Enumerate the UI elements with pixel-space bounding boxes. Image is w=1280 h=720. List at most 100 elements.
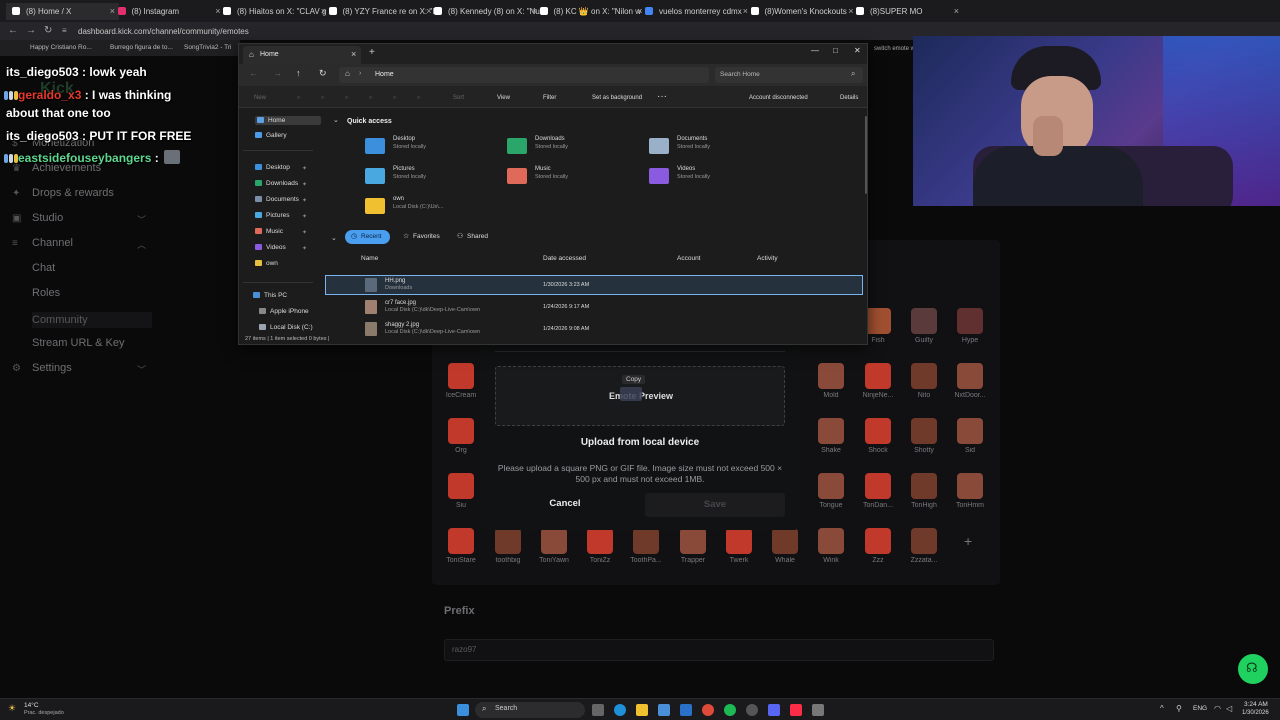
quick-access-name[interactable]: Music <box>535 166 551 172</box>
emote-preview-dropzone[interactable]: Emote Preview Copy <box>495 366 785 426</box>
add-emote-button[interactable]: + <box>964 533 972 549</box>
sidebar-item[interactable]: Community <box>32 312 152 328</box>
column-header[interactable]: Account <box>677 255 701 262</box>
emote-tile[interactable]: TonHigh <box>906 473 942 509</box>
emote-tile[interactable]: toothbig <box>490 528 526 564</box>
wifi-icon[interactable]: ◠ <box>1214 704 1221 713</box>
nav-pane-item[interactable]: This PC <box>253 292 287 299</box>
nav-pane-item[interactable]: Home <box>255 116 321 125</box>
forward-icon[interactable]: → <box>273 68 282 78</box>
store-icon[interactable] <box>658 704 670 716</box>
nav-pane-item[interactable]: Music <box>255 228 283 235</box>
chat-username[interactable]: its_diego503 <box>6 65 79 79</box>
scrollbar[interactable] <box>865 116 867 194</box>
location-icon[interactable]: ⚲ <box>1176 704 1182 713</box>
task-view-icon[interactable] <box>592 704 604 716</box>
sidebar-item[interactable]: ✦ Drops & rewards <box>12 187 114 199</box>
emote-tile[interactable]: Sid <box>952 418 988 454</box>
emote-tile[interactable]: Siu <box>443 473 479 509</box>
spotify-icon[interactable] <box>724 704 736 716</box>
emote-tile[interactable]: Org <box>443 418 479 454</box>
emote-tile[interactable]: ToniZz <box>582 528 618 564</box>
emote-tile[interactable]: TonHmm <box>952 473 988 509</box>
emote-tile[interactable]: Shock <box>860 418 896 454</box>
edge-icon[interactable] <box>614 704 626 716</box>
filter-tab-recent[interactable]: ◷ Recent <box>345 230 390 244</box>
browser-tab[interactable]: (8) Kennedy (8) on X: "Num × <box>428 3 541 20</box>
emote-tile[interactable]: ToniYawn <box>536 528 572 564</box>
browser-tab[interactable]: (8) Instagram × <box>112 3 225 20</box>
close-tab-icon[interactable]: × <box>351 49 356 59</box>
file-explorer-icon[interactable] <box>636 704 648 716</box>
url-field[interactable]: dashboard.kick.com/channel/community/emo… <box>78 27 249 36</box>
share-icon[interactable]: ▫ <box>393 93 396 102</box>
weather-desc[interactable]: Prac. despejado <box>24 710 64 716</box>
clock-time[interactable]: 3:24 AM <box>1244 701 1268 708</box>
copy-icon[interactable]: ▫ <box>321 93 324 102</box>
clock-date[interactable]: 1/30/2026 <box>1242 710 1269 716</box>
nav-pane-item[interactable]: Local Disk (C:) <box>259 324 313 331</box>
quick-access-folder-icon[interactable] <box>649 138 669 154</box>
emote-tile[interactable]: Shotty <box>906 418 942 454</box>
emote-tile[interactable]: Shake <box>813 418 849 454</box>
language-indicator[interactable]: ENG <box>1193 705 1207 712</box>
collapse-chevron-icon[interactable]: ⌄ <box>331 234 337 242</box>
file-name[interactable]: shaggy 2.jpg <box>385 322 419 328</box>
sidebar-item[interactable]: Roles <box>32 287 60 299</box>
browser-tab[interactable]: vuelos monterrey cdmx × <box>639 3 752 20</box>
cancel-button[interactable]: Cancel <box>530 498 600 509</box>
nav-pane-item[interactable]: Desktop <box>255 164 290 171</box>
quick-access-name[interactable]: Documents <box>677 136 707 142</box>
taskbar-search[interactable]: ⌕ Search <box>475 702 585 718</box>
emote-tile[interactable]: Trapper <box>675 528 711 564</box>
nav-pane-item[interactable]: Apple iPhone <box>259 308 309 315</box>
new-tab-icon[interactable]: + <box>369 47 375 58</box>
account-status-button[interactable]: Account disconnected <box>749 95 808 101</box>
browser-tab[interactable]: (8)Women's Knockouts × <box>745 3 858 20</box>
refresh-icon[interactable]: ↻ <box>319 68 327 79</box>
sidebar-item[interactable]: ≡ Channel <box>12 237 73 249</box>
sidebar-item[interactable]: ⚙ Settings <box>12 362 72 374</box>
nav-pane-item[interactable]: Documents <box>255 196 299 203</box>
explorer-address-bar[interactable]: ⌂ › Home <box>339 67 709 83</box>
nav-pane-item[interactable]: Pictures <box>255 212 289 219</box>
back-icon[interactable]: ← <box>8 25 18 36</box>
emote-tile[interactable]: Tongue <box>813 473 849 509</box>
quick-access-folder-icon[interactable] <box>365 168 385 184</box>
calculator-icon[interactable] <box>812 704 824 716</box>
emote-tile[interactable]: Mold <box>813 363 849 399</box>
sidebar-item[interactable]: Chat <box>32 262 55 274</box>
back-icon[interactable]: ← <box>249 68 258 78</box>
volume-icon[interactable]: ◁ <box>1226 704 1232 713</box>
quick-access-name[interactable]: Desktop <box>393 136 415 142</box>
emote-tile[interactable]: Wink <box>813 528 849 564</box>
close-tab-icon[interactable]: × <box>954 6 959 16</box>
nav-pane-item[interactable]: Videos <box>255 244 286 251</box>
save-button[interactable]: Save <box>645 493 785 517</box>
emote-tile[interactable]: Zzzata... <box>906 528 942 564</box>
sidebar-item[interactable]: ▣ Studio <box>12 212 63 224</box>
quick-access-folder-icon[interactable] <box>507 168 527 184</box>
column-header[interactable]: Date accessed <box>543 255 586 262</box>
quick-access-folder-icon[interactable] <box>365 138 385 154</box>
cut-icon[interactable]: ▫ <box>297 93 300 102</box>
emote-tile[interactable]: Twerk <box>721 528 757 564</box>
chat-username[interactable]: geraldo_x3 <box>18 88 81 102</box>
up-icon[interactable]: ↑ <box>296 68 301 78</box>
nav-pane-item[interactable]: own <box>255 260 278 267</box>
filter-tab-favorites[interactable]: ☆ Favorites <box>397 230 448 244</box>
rename-icon[interactable]: ▫ <box>369 93 372 102</box>
minimize-icon[interactable]: — <box>811 46 819 55</box>
emote-tile[interactable]: ToniStare <box>443 528 479 564</box>
emote-tile[interactable]: Zzz <box>860 528 896 564</box>
weather-temp[interactable]: 14°C <box>24 702 39 709</box>
music-app-icon[interactable] <box>790 704 802 716</box>
nav-pane-item[interactable]: Gallery <box>255 132 287 139</box>
emote-tile[interactable]: NinjeNe... <box>860 363 896 399</box>
tray-arrow-icon[interactable]: ^ <box>1160 704 1164 713</box>
chevron-down-icon[interactable]: ﹀ <box>137 213 146 226</box>
browser-tab[interactable]: (8)SUPER MO × <box>850 3 963 20</box>
forward-icon[interactable]: → <box>26 25 36 36</box>
sidebar-item[interactable]: Stream URL & Key <box>32 337 125 349</box>
quick-access-name[interactable]: own <box>393 196 404 202</box>
